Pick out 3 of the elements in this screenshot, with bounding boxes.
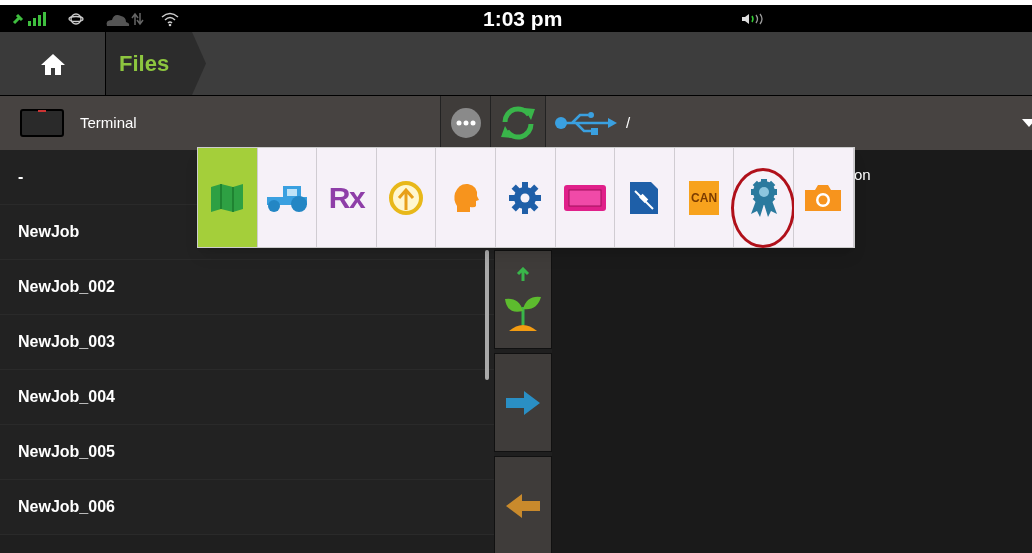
column-header-text: on xyxy=(854,165,871,185)
clock-time: 1:03 pm xyxy=(483,8,563,29)
can-file-icon: CAN xyxy=(689,180,720,215)
